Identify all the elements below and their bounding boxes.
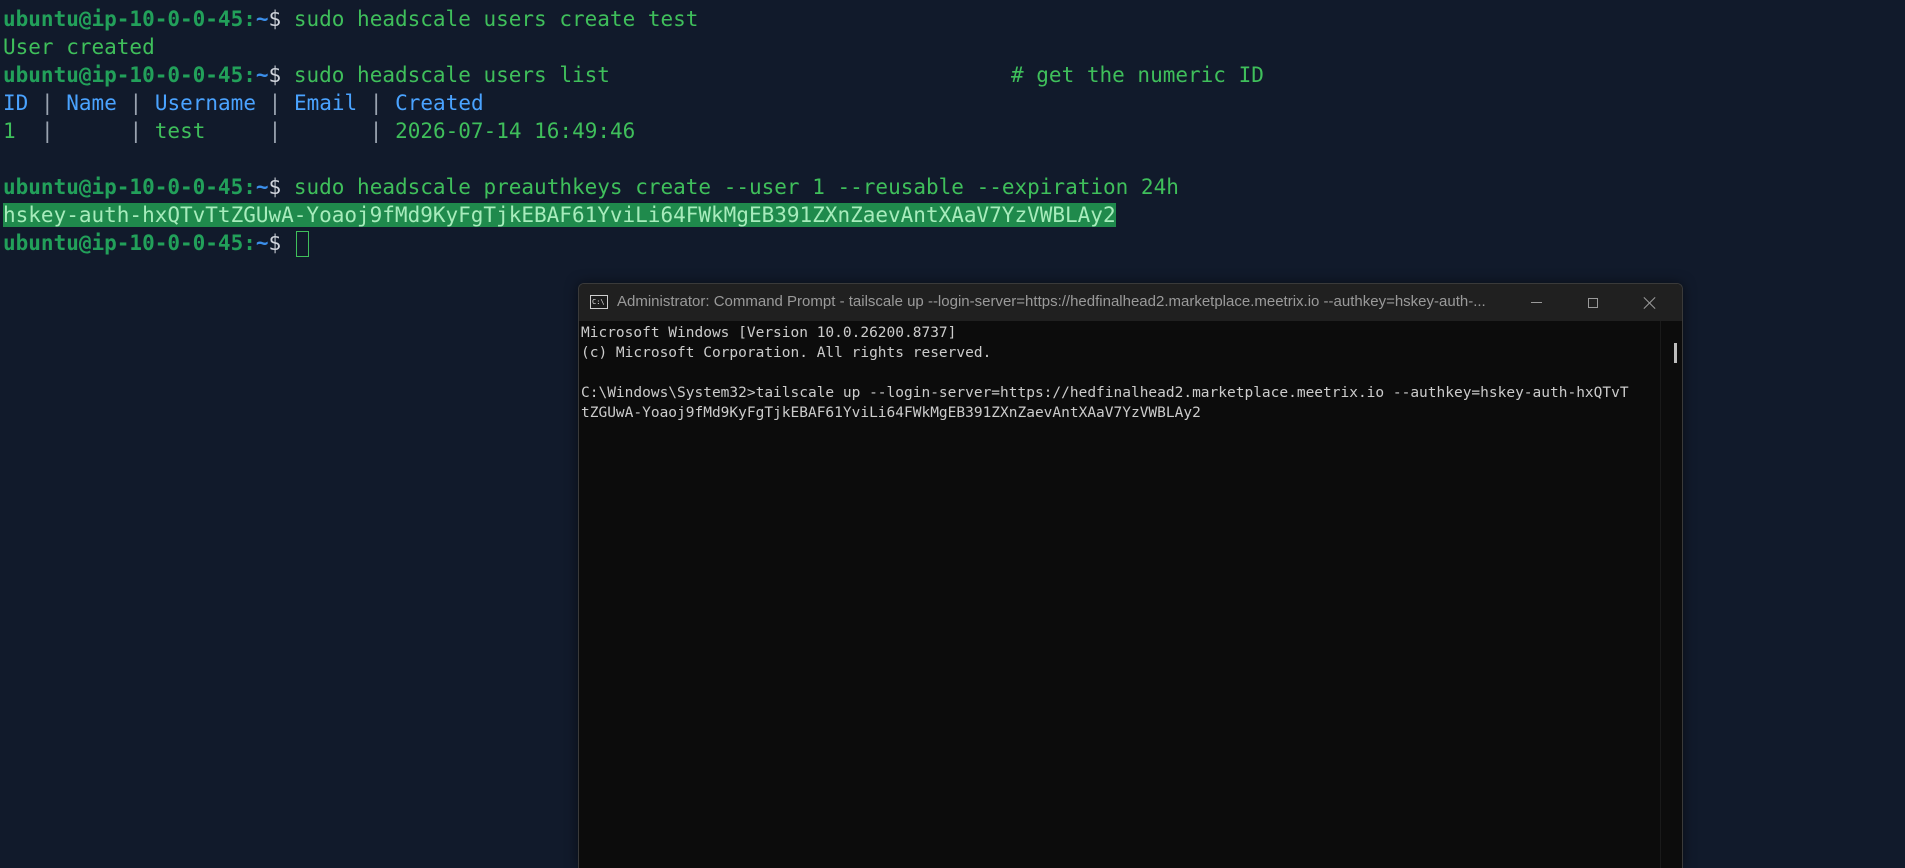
- table-header-name: Name: [66, 91, 117, 115]
- command-text: sudo headscale preauthkeys create --user…: [293, 175, 1179, 199]
- prompt-user-host: ubuntu@ip-10-0-0-45: [3, 175, 244, 199]
- prompt-colon: :: [243, 175, 256, 199]
- comment-text: # get the numeric ID: [1011, 63, 1264, 87]
- prompt-path: ~: [255, 7, 269, 31]
- command-text: sudo headscale users create test: [293, 7, 699, 31]
- prompt-path: ~: [255, 175, 269, 199]
- prompt-sign: $: [268, 63, 282, 87]
- close-icon: [1643, 296, 1657, 310]
- console-line-tailscale-command-wrap: tZGUwA-Yoaoj9fMd9KyFgTjkEBAF61YviLi64FWk…: [581, 405, 1201, 421]
- terminal-output-authkey[interactable]: hskey-auth-hxQTvTtZGUwA-Yoaoj9fMd9KyFgTj…: [3, 201, 1116, 229]
- table-cell-username: test: [154, 119, 206, 143]
- minimize-icon: [1530, 302, 1542, 303]
- text-cursor: [295, 231, 309, 257]
- command-text: sudo headscale users list: [293, 63, 610, 87]
- scrollbar-thumb[interactable]: [1674, 343, 1677, 363]
- table-header-username: Username: [154, 91, 256, 115]
- table-header-email: Email: [293, 91, 358, 115]
- prompt-user-host: ubuntu@ip-10-0-0-45: [3, 231, 244, 255]
- table-cell-id: 1: [3, 119, 16, 143]
- output-text: User created: [3, 35, 155, 59]
- prompt-sign: $: [268, 231, 282, 255]
- close-button[interactable]: [1622, 284, 1678, 321]
- console-scrollbar[interactable]: [1668, 321, 1682, 868]
- terminal-line-preauthkeys: ubuntu@ip-10-0-0-45:~$ sudo headscale pr…: [3, 173, 1179, 201]
- cmd-icon-label: C:\: [592, 298, 605, 306]
- prompt-path: ~: [255, 231, 269, 255]
- command-comment: # get the numeric ID: [1011, 61, 1264, 89]
- table-header-created: Created: [395, 91, 484, 115]
- console-line-copyright: (c) Microsoft Corporation. All rights re…: [581, 345, 992, 361]
- terminal-line-users-list: ubuntu@ip-10-0-0-45:~$ sudo headscale us…: [3, 61, 610, 89]
- console-divider: [1660, 321, 1661, 868]
- minimize-button[interactable]: [1508, 284, 1564, 321]
- users-table-header: ID | Name | Username | Email | Created: [3, 91, 484, 115]
- prompt-user-host: ubuntu@ip-10-0-0-45: [3, 7, 244, 31]
- cmd-icon[interactable]: C:\: [590, 295, 608, 309]
- maximize-icon: [1588, 297, 1598, 308]
- terminal-output-user-created: User created: [3, 33, 155, 61]
- console-line-tailscale-command: C:\Windows\System32>tailscale up --login…: [581, 385, 1629, 401]
- prompt-colon: :: [243, 231, 256, 255]
- window-title: Administrator: Command Prompt - tailscal…: [617, 293, 1486, 310]
- command-prompt-window[interactable]: C:\ Administrator: Command Prompt - tail…: [578, 283, 1683, 868]
- selected-authkey-text[interactable]: hskey-auth-hxQTvTtZGUwA-Yoaoj9fMd9KyFgTj…: [3, 203, 1116, 227]
- terminal-line-create-user: ubuntu@ip-10-0-0-45:~$ sudo headscale us…: [3, 5, 698, 33]
- prompt-user-host: ubuntu@ip-10-0-0-45: [3, 63, 244, 87]
- console-output[interactable]: Microsoft Windows [Version 10.0.26200.87…: [579, 321, 1662, 868]
- maximize-button[interactable]: [1565, 284, 1621, 321]
- table-header-id: ID: [3, 91, 29, 115]
- table-row: 1 | | test | | 2026-07-14 16:49:46: [3, 119, 636, 143]
- prompt-colon: :: [243, 7, 256, 31]
- prompt-path: ~: [255, 63, 269, 87]
- prompt-colon: :: [243, 63, 256, 87]
- console-line-version: Microsoft Windows [Version 10.0.26200.87…: [581, 325, 957, 341]
- window-titlebar[interactable]: C:\ Administrator: Command Prompt - tail…: [579, 284, 1682, 321]
- prompt-sign: $: [268, 7, 282, 31]
- prompt-sign: $: [268, 175, 282, 199]
- terminal-current-prompt[interactable]: ubuntu@ip-10-0-0-45:~$: [3, 229, 309, 257]
- table-cell-created: 2026-07-14 16:49:46: [395, 119, 636, 143]
